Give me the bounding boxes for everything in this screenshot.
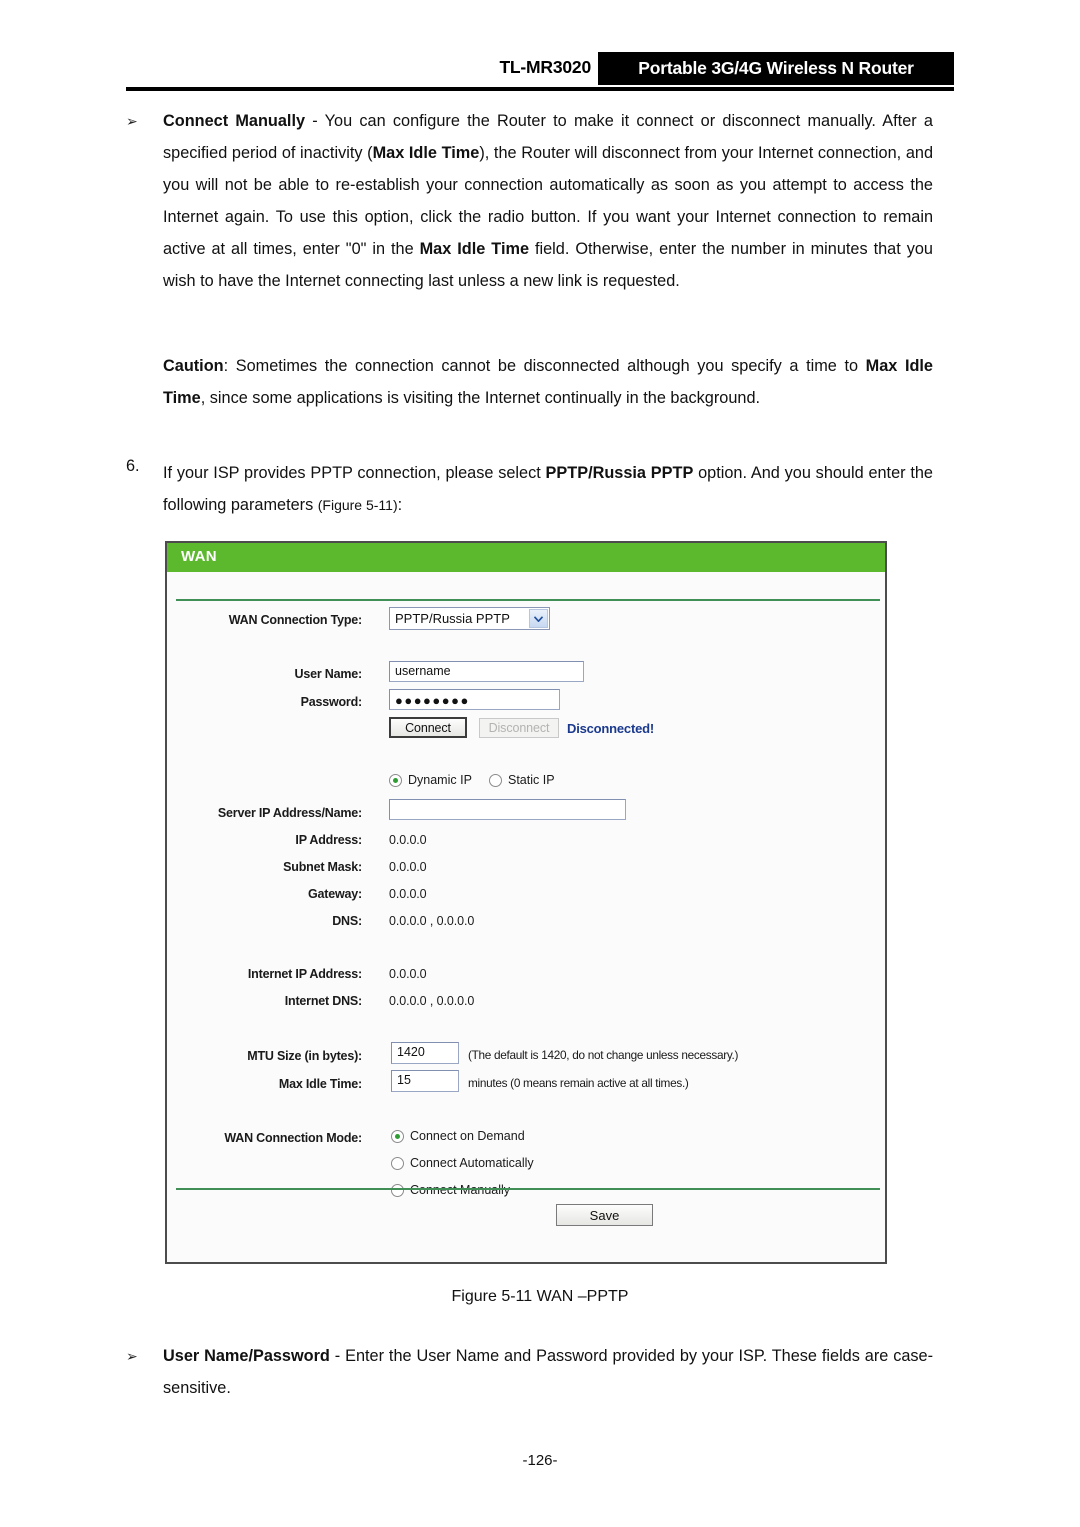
wan-connection-type-value: PPTP/Russia PPTP [395, 611, 510, 626]
bullet-icon-connect-manually: ➢ [126, 113, 138, 129]
bullet-icon-user-name-password: ➢ [126, 1348, 138, 1364]
wan-connection-type-select[interactable]: PPTP/Russia PPTP [389, 607, 550, 630]
radio-connect-automatically-indicator[interactable] [391, 1156, 404, 1170]
panel-divider-bottom [176, 1188, 880, 1190]
text-step6-3: : [397, 496, 403, 514]
value-dns: 0.0.0.0 , 0.0.0.0 [389, 914, 475, 928]
radio-connect-manually-indicator[interactable] [391, 1183, 404, 1197]
term-caution: Caution [163, 357, 224, 375]
figure-caption: Figure 5-11 WAN –PPTP [451, 1288, 629, 1305]
max-idle-time-input[interactable]: 15 [391, 1070, 459, 1092]
page-number: -126- [522, 1452, 558, 1469]
paragraph-caution: Caution: Sometimes the connection cannot… [163, 350, 933, 414]
radio-static-ip[interactable]: Static IP [489, 773, 555, 787]
label-server-ip-address-name: Server IP Address/Name: [217, 806, 362, 820]
disconnect-button: Disconnect [479, 718, 559, 738]
radio-dynamic-ip[interactable]: Dynamic IP [389, 773, 472, 787]
password-input[interactable]: ●●●●●●●● [389, 689, 560, 710]
radio-connect-on-demand-label: Connect on Demand [410, 1129, 525, 1143]
label-ip-address: IP Address: [295, 833, 362, 847]
list-number-6: 6. [126, 457, 140, 475]
label-max-idle-time: Max Idle Time: [278, 1077, 362, 1091]
dash-user-name-password: - [329, 1347, 346, 1365]
value-gateway: 0.0.0.0 [389, 887, 427, 901]
radio-connect-automatically[interactable]: Connect Automatically [391, 1156, 534, 1170]
emph-max-idle-time-2: Max Idle Time [419, 240, 529, 258]
value-internet-ip-address: 0.0.0.0 [389, 967, 427, 981]
label-subnet-mask: Subnet Mask: [283, 860, 362, 874]
text-step6-1: If your ISP provides PPTP connection, pl… [163, 464, 546, 482]
radio-connect-on-demand-indicator[interactable] [391, 1129, 404, 1143]
figure-reference: (Figure 5-11) [317, 497, 398, 513]
radio-connect-manually-label: Connect Manually [410, 1183, 511, 1197]
connection-status-badge: Disconnected! [567, 721, 654, 736]
label-internet-ip-address: Internet IP Address: [247, 967, 362, 981]
term-user-name-password: User Name/Password [163, 1347, 330, 1365]
radio-dynamic-ip-indicator[interactable] [389, 773, 402, 787]
router-model-label: TL-MR3020 [499, 57, 591, 77]
radio-connect-automatically-label: Connect Automatically [410, 1156, 534, 1170]
product-name-banner: Portable 3G/4G Wireless N Router [598, 52, 954, 85]
wan-settings-panel: WAN WAN Connection Type: PPTP/Russia PPT… [165, 541, 887, 1264]
paragraph-user-name-password: User Name/Password - Enter the User Name… [163, 1340, 933, 1404]
radio-dynamic-ip-label: Dynamic IP [408, 773, 472, 787]
paragraph-step6: If your ISP provides PPTP connection, pl… [163, 457, 933, 521]
page-header: TL-MR3020 Portable 3G/4G Wireless N Rout… [126, 52, 954, 88]
term-connect-manually: Connect Manually [163, 112, 306, 130]
emph-pptp-russia-pptp: PPTP/Russia PPTP [545, 464, 694, 482]
paragraph-connect-manually: Connect Manually - You can configure the… [163, 105, 933, 297]
label-wan-connection-type: WAN Connection Type: [228, 613, 362, 627]
label-internet-dns: Internet DNS: [284, 994, 362, 1008]
label-dns: DNS: [332, 914, 362, 928]
radio-connect-on-demand[interactable]: Connect on Demand [391, 1129, 525, 1143]
panel-divider-top [176, 599, 880, 601]
value-subnet-mask: 0.0.0.0 [389, 860, 427, 874]
connect-button[interactable]: Connect [389, 717, 467, 738]
hint-mtu-size: (The default is 1420, do not change unle… [468, 1048, 739, 1062]
mtu-size-input[interactable]: 1420 [391, 1042, 459, 1064]
dash-connect-manually: - [305, 112, 325, 130]
value-ip-address: 0.0.0.0 [389, 833, 427, 847]
emph-max-idle-time-1: Max Idle Time [372, 144, 480, 162]
wan-panel-header: WAN [167, 543, 885, 572]
label-user-name: User Name: [294, 667, 363, 681]
radio-static-ip-label: Static IP [508, 773, 555, 787]
chevron-down-icon[interactable] [529, 609, 548, 628]
text-caution-2: , since some applications is visiting th… [200, 389, 761, 407]
radio-connect-manually[interactable]: Connect Manually [391, 1183, 510, 1197]
label-password: Password: [300, 695, 363, 709]
radio-static-ip-indicator[interactable] [489, 773, 502, 787]
header-rule [126, 87, 954, 91]
label-gateway: Gateway: [308, 887, 362, 901]
save-button[interactable]: Save [556, 1204, 653, 1226]
label-mtu-size: MTU Size (in bytes): [247, 1049, 362, 1063]
value-internet-dns: 0.0.0.0 , 0.0.0.0 [389, 994, 475, 1008]
server-ip-address-name-input[interactable] [389, 799, 626, 820]
wan-panel-title: WAN [181, 548, 217, 565]
text-caution-1: : Sometimes the connection cannot be dis… [223, 357, 866, 375]
user-name-input[interactable]: username [389, 661, 584, 682]
label-wan-connection-mode: WAN Connection Mode: [224, 1131, 362, 1145]
hint-max-idle-time: minutes (0 means remain active at all ti… [468, 1076, 689, 1090]
